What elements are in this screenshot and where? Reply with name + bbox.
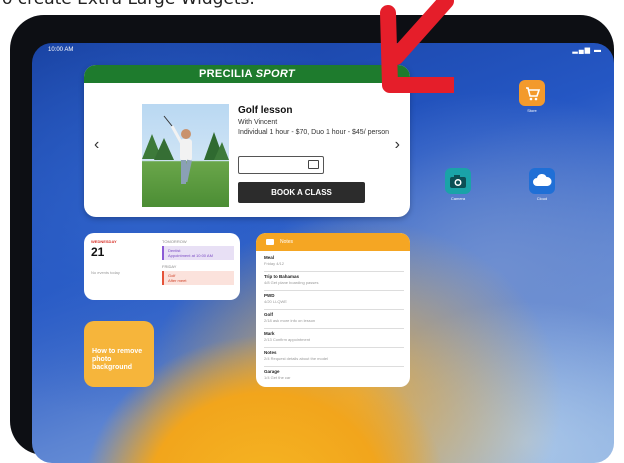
list-item[interactable]: Mark 2/13 Confirm appointment	[264, 331, 404, 348]
tips-text: How to remove photo background	[92, 348, 143, 371]
app-cloud[interactable]: Cloud	[525, 168, 559, 201]
note-subtitle: 2/13 Confirm appointment	[264, 337, 311, 342]
note-subtitle: 4/8 Get plane boarding passes	[264, 280, 319, 285]
calendar-widget[interactable]: WEDNESDAY 21 No events today TOMORROW De…	[84, 233, 240, 300]
app-label-camera: Camera	[450, 196, 466, 201]
notes-header-label: Notes	[280, 239, 294, 245]
tips-widget[interactable]: How to remove photo background	[84, 321, 154, 387]
book-class-button[interactable]: BOOK A CLASS	[238, 182, 365, 203]
note-subtitle: 2/4 Request details about the model	[264, 356, 329, 361]
brand-suffix: SPORT	[255, 68, 295, 80]
no-events-text: No events today	[91, 270, 120, 275]
calendar-weekday: WEDNESDAY	[91, 239, 117, 244]
app-store[interactable]: Store	[515, 80, 549, 113]
note-subtitle: 1/4 Get the car	[264, 375, 291, 380]
date-picker-field[interactable]	[238, 156, 324, 174]
tomorrow-label: TOMORROW	[162, 239, 187, 244]
friday-label: FRIDAY	[162, 264, 177, 269]
cloud-icon	[529, 168, 555, 194]
list-item[interactable]: Notes 2/4 Request details about the mode…	[264, 350, 404, 367]
event-detail: Appointment at 10:00 AM	[168, 253, 213, 258]
note-subtitle: 2/18 ask more info on lesson	[264, 318, 316, 323]
calendar-icon[interactable]	[308, 160, 319, 169]
chevron-left-icon[interactable]: ‹	[94, 136, 99, 154]
chevron-right-icon[interactable]: ›	[395, 136, 400, 154]
list-item[interactable]: Trip to Bahamas 4/8 Get plane boarding p…	[264, 274, 404, 291]
list-item[interactable]: PWD 4/20 LLQWE	[264, 293, 404, 310]
app-label-store: Store	[527, 108, 537, 113]
notes-widget[interactable]: Notes Meal Friday 4/12 Trip to Bahamas 4…	[256, 233, 410, 387]
list-item[interactable]: Meal Friday 4/12	[264, 255, 404, 272]
app-camera[interactable]: Camera	[441, 168, 475, 201]
ipad-frame: 10:00 AM ▂▄▆ ▬ PRECILIA SPORT ‹ › Golf l…	[10, 15, 614, 463]
list-item[interactable]: Garage 1/4 Get the car	[264, 369, 404, 385]
golf-photo	[142, 104, 229, 207]
calendar-event[interactable]: Dentist Appointment at 10:00 AM	[162, 246, 234, 260]
cart-icon	[519, 80, 545, 106]
lesson-price: Individual 1 hour - $70, Duo 1 hour - $4…	[238, 129, 389, 136]
folder-icon	[266, 239, 274, 245]
brand-name: PRECILIA	[199, 68, 253, 80]
status-icons: ▂▄▆ ▬	[572, 47, 602, 54]
lesson-instructor: With Vincent	[238, 119, 278, 126]
app-label-cloud: Cloud	[536, 196, 548, 201]
event-detail: After meet	[168, 278, 187, 283]
caption-text: o create Extra Large Widgets.	[2, 0, 255, 11]
calendar-date: 21	[91, 245, 105, 259]
status-time: 10:00 AM	[48, 47, 74, 53]
note-subtitle: Friday 4/12	[264, 261, 285, 266]
camera-icon	[445, 168, 471, 194]
list-item[interactable]: Golf 2/18 ask more info on lesson	[264, 312, 404, 329]
lesson-title: Golf lesson	[238, 105, 293, 116]
note-subtitle: 4/20 LLQWE	[264, 299, 287, 304]
home-screen: 10:00 AM ▂▄▆ ▬ PRECILIA SPORT ‹ › Golf l…	[32, 43, 614, 463]
notes-header: Notes	[256, 233, 410, 251]
red-arrow-icon	[380, 0, 454, 93]
calendar-event[interactable]: Golf After meet	[162, 271, 234, 285]
